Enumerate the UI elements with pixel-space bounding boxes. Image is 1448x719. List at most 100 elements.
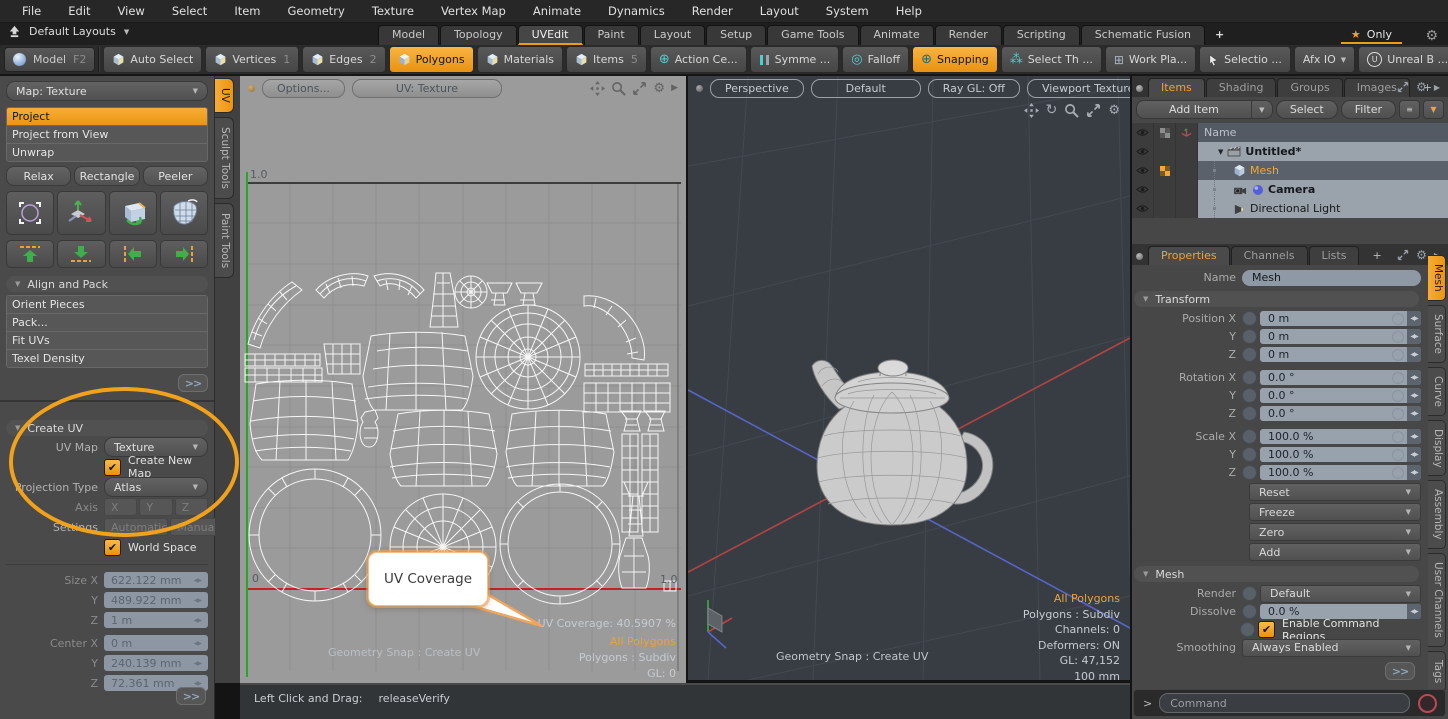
pan-icon[interactable] [1024,103,1039,118]
axis-x-button[interactable]: X [104,498,137,516]
zoom-icon[interactable] [611,81,626,96]
add-dropdown-button[interactable]: Add▼ [1249,543,1421,561]
add-layout-tab-button[interactable]: + [1206,26,1233,45]
axis-cell[interactable] [1176,142,1198,161]
visibility-toggle[interactable] [1132,142,1154,161]
panel-widget-icon[interactable] [1136,253,1143,260]
unreal-bridge-button[interactable]: U Unreal B ... [1358,46,1448,73]
freeze-dropdown-button[interactable]: Freeze▼ [1249,503,1421,521]
ray-gl-button[interactable]: Ray GL: Off [928,79,1020,98]
tab-scripting[interactable]: Scripting [1003,25,1080,45]
auto-select-button[interactable]: Auto Select [103,46,202,73]
add-item-button[interactable]: Add Item ▼ [1136,100,1273,119]
channel-dot[interactable] [1242,329,1257,344]
add-panel-tab-button[interactable]: + [1360,247,1393,265]
tab-groups[interactable]: Groups [1277,78,1342,97]
more-tools-button[interactable]: >> [178,374,208,392]
spinner-icon[interactable]: ◀▶ [1407,429,1421,444]
vtab-surface[interactable]: Surface [1428,305,1446,363]
select-through-button[interactable]: ⁂ Select Th ... [1001,46,1102,73]
snapping-button[interactable]: ⊕ Snapping [912,46,998,73]
expand-triangle-icon[interactable]: ▼ [1218,148,1223,156]
mesh-section-header[interactable]: ▼ Mesh [1134,566,1419,582]
menu-view[interactable]: View [118,4,145,18]
action-center-button[interactable]: ⊕ Action Ce... [650,46,747,73]
render-toggle[interactable] [1154,199,1176,218]
gear-icon[interactable]: ⚙ [1416,248,1427,262]
item-row-mesh[interactable]: Mesh [1132,161,1448,180]
channel-dot[interactable] [1240,622,1255,637]
maximize-icon[interactable] [1397,249,1409,261]
projection-type-dropdown[interactable]: Atlas ▼ [104,477,208,497]
menu-edit[interactable]: Edit [68,4,90,18]
tab-items[interactable]: Items [1148,78,1205,97]
uv-transform-tool-button[interactable] [57,191,105,235]
viewport-mode-button[interactable]: Model F2 [4,47,95,72]
project-command[interactable]: Project [7,108,207,126]
menu-dynamics[interactable]: Dynamics [608,4,665,18]
vtab-display[interactable]: Display [1428,420,1446,477]
scale-y-field[interactable]: 100.0 %◀▶ [1260,447,1421,462]
rotation-x-field[interactable]: 0.0 °◀▶ [1260,370,1421,385]
settings-manual-button[interactable]: Manual [170,518,218,536]
align-and-pack-header[interactable]: ▼ Align and Pack [6,276,208,292]
filter-funnel-button[interactable]: ▼ [1423,100,1444,119]
item-row-untitled[interactable]: ▼ Untitled* [1132,142,1448,161]
selection-sets-button[interactable]: Selectio ... [1199,46,1291,73]
project-from-view-command[interactable]: Project from View [7,126,207,144]
transform-section-header[interactable]: ▼ Transform [1134,291,1419,307]
channel-dot[interactable] [1242,447,1257,462]
scale-z-field[interactable]: 100.0 %◀▶ [1260,465,1421,480]
smoothing-dropdown[interactable]: Always Enabled▼ [1242,639,1421,657]
tab-model[interactable]: Model [378,25,439,45]
vtab-paint-tools[interactable]: Paint Tools [215,203,234,278]
spinner-icon[interactable]: ◀▶ [1407,447,1421,462]
rotation-z-field[interactable]: 0.0 °◀▶ [1260,406,1421,421]
render-toggle[interactable] [1154,142,1176,161]
select-button[interactable]: Select [1276,100,1338,119]
viewport-textures-button[interactable]: Viewport Textures [1027,79,1130,98]
gear-icon[interactable]: ⚙ [1108,103,1120,118]
align-up-button[interactable] [6,240,54,268]
rectangle-button[interactable]: Rectangle [74,166,139,186]
menu-texture[interactable]: Texture [372,4,414,18]
more-properties-button[interactable]: >> [1385,662,1415,680]
texel-density-command[interactable]: Texel Density [7,350,207,367]
position-z-field[interactable]: 0 m◀▶ [1260,347,1421,362]
fit-uvs-command[interactable]: Fit UVs [7,332,207,350]
size-x-field[interactable]: 622.122 mm◀▶ [104,572,208,588]
maximize-icon[interactable] [632,81,647,96]
symmetry-button[interactable]: Symme ... [750,46,840,73]
channel-dot[interactable] [1242,586,1257,601]
vtab-assembly[interactable]: Assembly [1428,480,1446,549]
menu-help[interactable]: Help [896,4,922,18]
spinner-icon[interactable]: ◀▶ [1407,465,1421,480]
visibility-toggle[interactable] [1132,161,1154,180]
channel-dot[interactable] [1242,388,1257,403]
spinner-icon[interactable]: ◀▶ [1407,604,1421,619]
afx-io-button[interactable]: Afx IO ▼ [1294,46,1355,73]
item-name-cell[interactable]: ▼ Untitled* [1198,142,1448,161]
uv-select-tool-button[interactable] [6,191,54,235]
vertices-mode-button[interactable]: Vertices 1 [205,46,299,73]
tab-shading[interactable]: Shading [1206,78,1277,97]
channel-dot[interactable] [1242,311,1257,326]
size-z-field[interactable]: 1 m◀▶ [104,612,208,628]
reset-dropdown-button[interactable]: Reset▼ [1249,483,1421,501]
item-row-directional-light[interactable]: Directional Light [1132,199,1448,218]
default-layouts-switcher[interactable]: Default Layouts ▼ [8,25,129,38]
menu-item[interactable]: Item [234,4,260,18]
command-input[interactable] [1159,693,1410,713]
only-toggle-button[interactable]: ★ Only [1341,27,1402,44]
menu-select[interactable]: Select [172,4,207,18]
axis-z-button[interactable]: Z [175,498,208,516]
pan-icon[interactable] [590,81,605,96]
render-toggle[interactable] [1154,161,1176,180]
gear-icon[interactable]: ⚙ [1416,80,1427,94]
uv-unwrap-tool-button[interactable] [160,191,208,235]
item-name-cell[interactable]: Mesh [1198,161,1448,180]
tab-uvedit[interactable]: UVEdit [518,25,583,45]
tab-channels[interactable]: Channels [1231,246,1308,265]
shading-default-button[interactable]: Default [811,79,921,98]
enable-command-regions-checkbox[interactable]: ✔ [1258,621,1275,638]
